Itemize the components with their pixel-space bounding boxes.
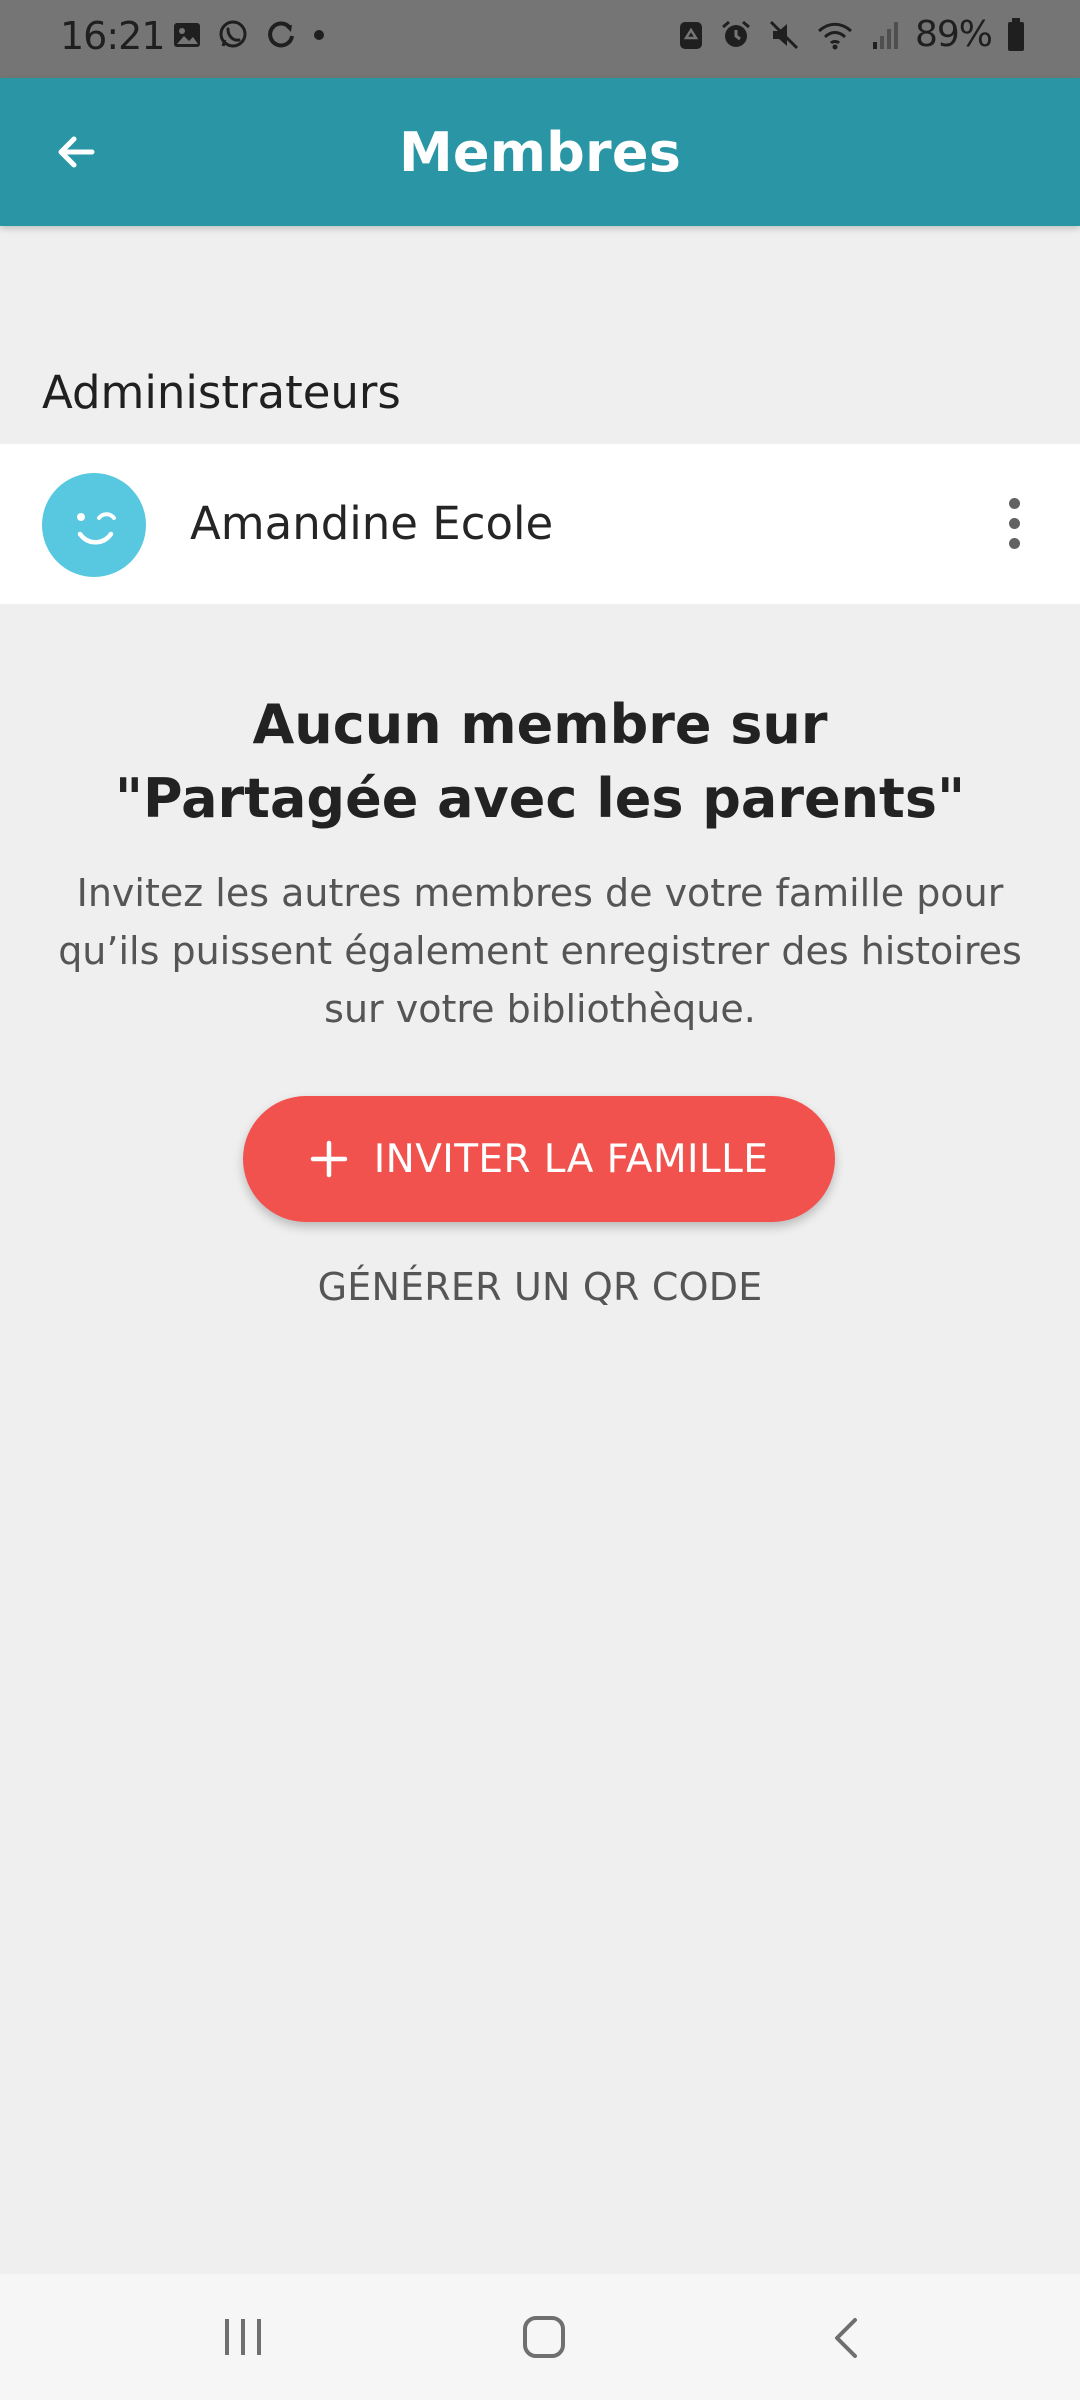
admins-section-label: Administrateurs: [42, 366, 401, 419]
home-button[interactable]: [517, 2311, 571, 2363]
more-vert-icon: [1008, 497, 1020, 509]
sync-icon: [264, 18, 298, 52]
generate-qr-code-button[interactable]: GÉNÉRER UN QR CODE: [0, 1265, 1080, 1309]
empty-state-title-line2: "Partagée avec les parents": [114, 767, 966, 830]
more-vert-dot: [1008, 537, 1020, 549]
wink-face-icon: [53, 484, 135, 566]
recents-icon: [222, 2316, 264, 2358]
wifi-icon: [815, 18, 855, 52]
back-icon: [827, 2316, 867, 2360]
app-bar: Membres: [0, 78, 1080, 226]
battery-icon: [1006, 17, 1026, 53]
invite-family-label: INVITER LA FAMILLE: [373, 1136, 769, 1182]
recents-button[interactable]: [216, 2314, 270, 2360]
whatsapp-icon: [216, 18, 250, 52]
mute-icon: [767, 18, 801, 52]
status-time: 16:21: [60, 14, 166, 58]
member-name: Amandine Ecole: [190, 497, 554, 550]
more-vert-dot: [1008, 517, 1020, 529]
gallery-icon: [172, 20, 202, 50]
status-right-icons: 89%: [677, 14, 1026, 55]
system-navigation-bar: [0, 2274, 1080, 2400]
page-title: Membres: [398, 121, 682, 184]
home-icon: [521, 2314, 567, 2360]
status-left-icons: [172, 18, 326, 52]
alarm-icon: [719, 18, 753, 52]
empty-state-description: Invitez les autres membres de votre fami…: [58, 871, 1022, 1031]
battery-percent: 89%: [914, 14, 993, 55]
system-back-button[interactable]: [820, 2314, 874, 2362]
notification-dot-icon: [312, 28, 326, 42]
empty-state-title: Aucun membre sur "Partagée avec les pare…: [60, 688, 1020, 836]
member-row[interactable]: Amandine Ecole: [0, 444, 1080, 604]
invite-family-button[interactable]: INVITER LA FAMILLE: [243, 1096, 835, 1222]
empty-state-title-line1: Aucun membre sur: [252, 693, 828, 756]
plus-icon: [310, 1140, 348, 1178]
avatar: [42, 473, 146, 577]
more-options-button[interactable]: [990, 488, 1038, 558]
signal-icon: [869, 19, 901, 51]
status-bar: 16:21 89%: [0, 0, 1080, 78]
recycle-icon: [677, 18, 705, 52]
